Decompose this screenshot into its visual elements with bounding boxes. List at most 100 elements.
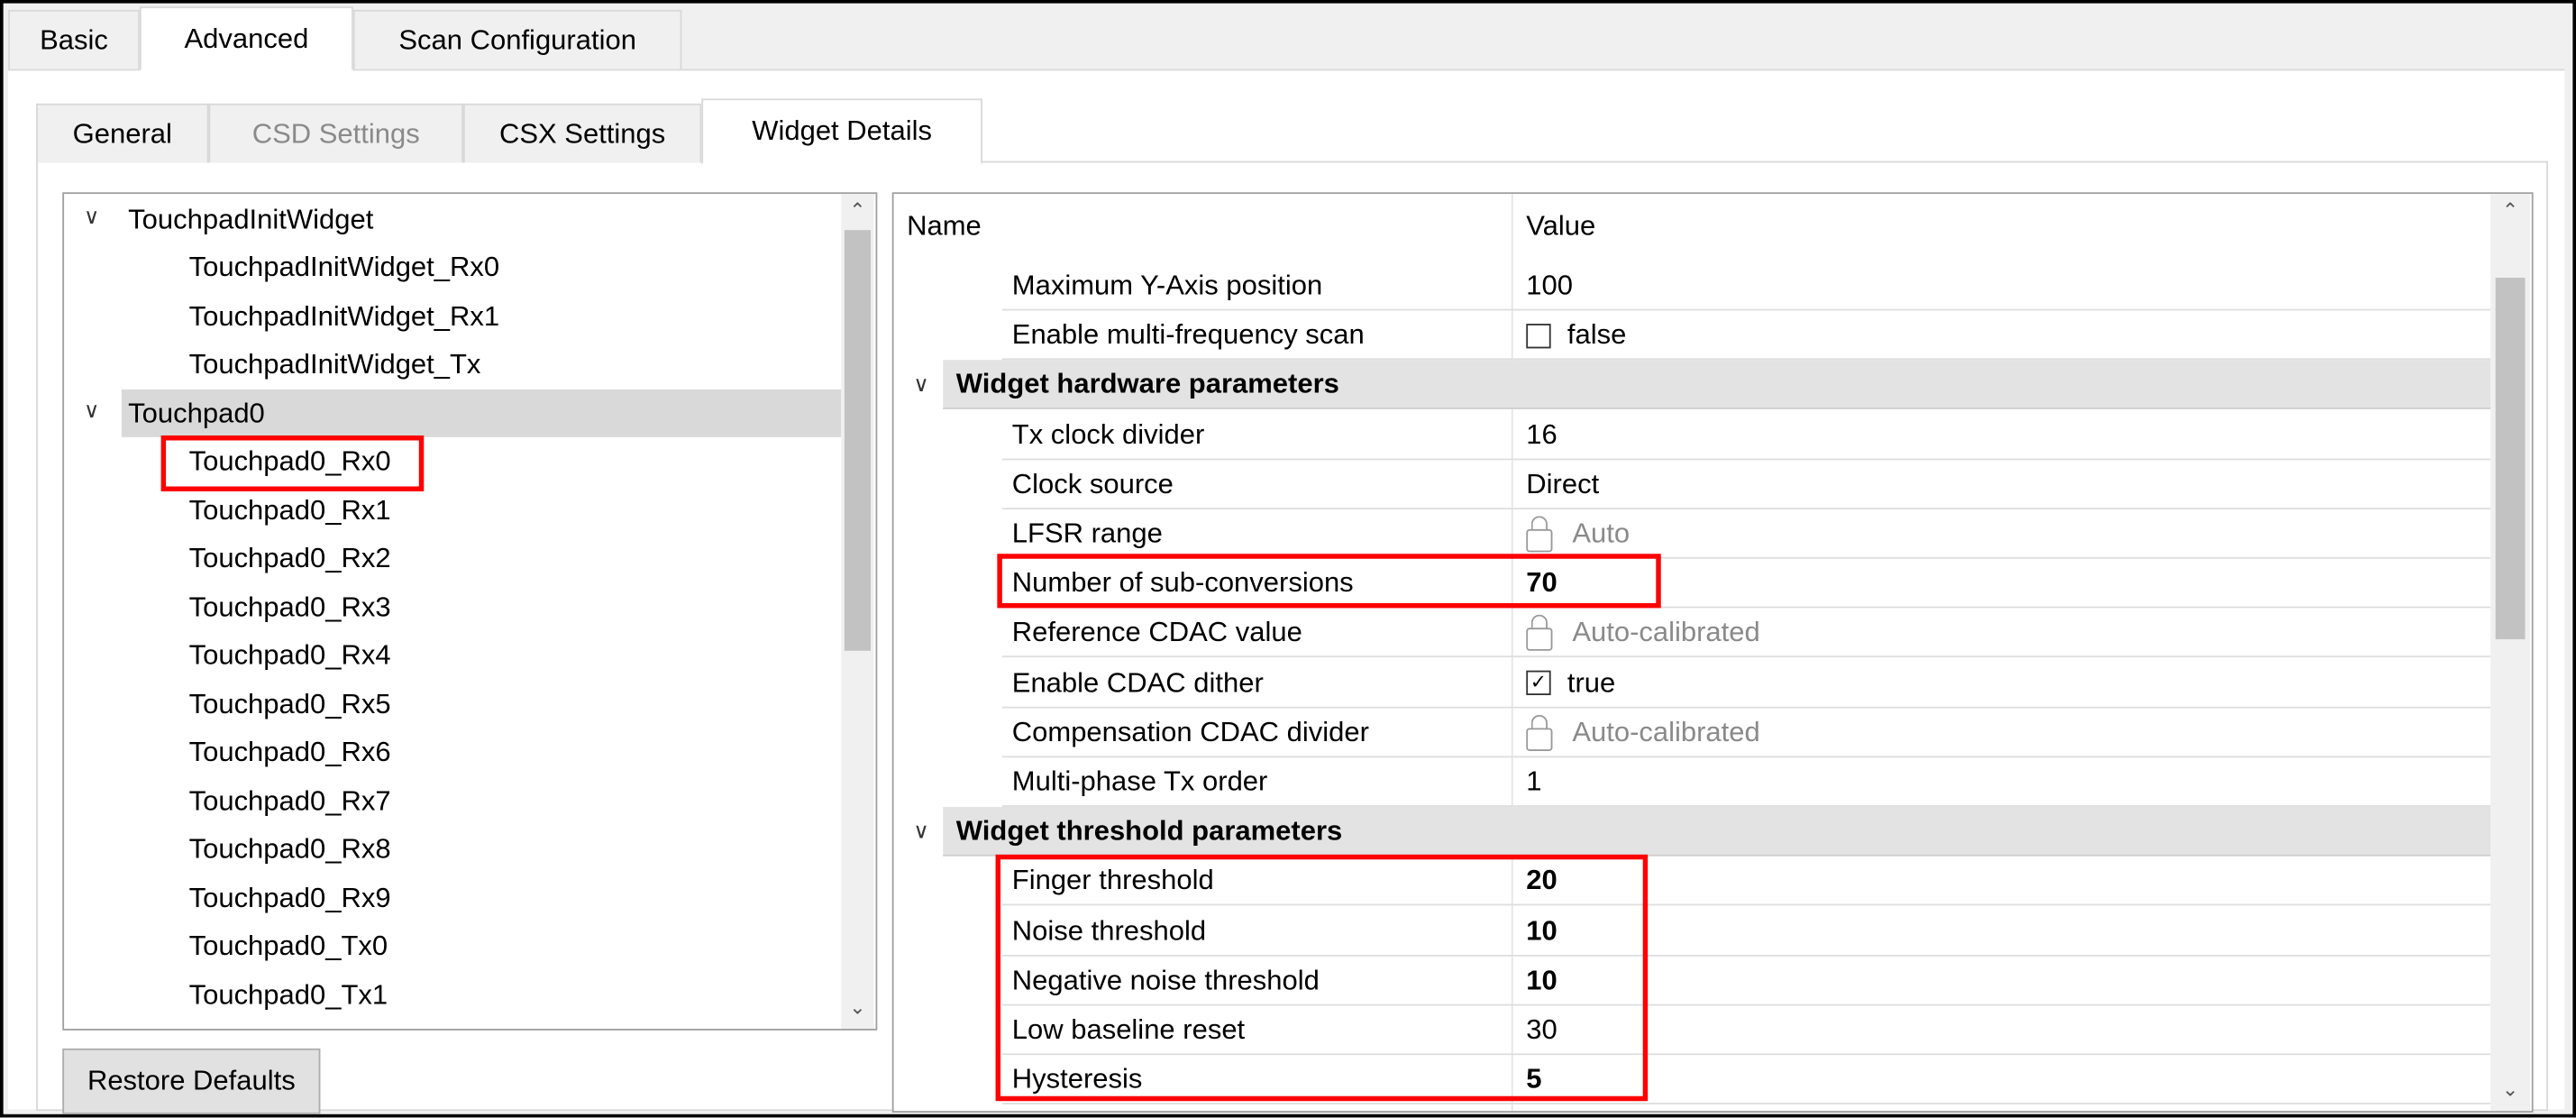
property-value-text: Auto-calibrated [1572, 617, 1760, 648]
property-name-text: Tx clock divider [1011, 418, 1205, 450]
property-row[interactable]: Compensation CDAC divider Auto-calibrated [894, 708, 2491, 757]
highlight-box-sub-conversions [997, 554, 1661, 609]
property-row[interactable]: Multi-phase Tx order 1 [894, 757, 2491, 807]
tree-scrollbar[interactable]: ⌃ ⌄ [841, 194, 874, 1030]
property-name: Enable CDAC dither [1012, 658, 1264, 708]
row-separator [1001, 655, 2491, 658]
tree-item-label: Touchpad0_Rx4 [188, 639, 391, 671]
property-name: Enable multi-frequency scan [1012, 311, 1365, 361]
scroll-up-arrow-icon[interactable]: ⌃ [2490, 199, 2530, 223]
row-separator [1001, 507, 2491, 509]
tree-item[interactable]: Touchpad0_Rx7 [182, 777, 391, 825]
property-value-text: Auto [1572, 518, 1631, 549]
tree-item[interactable]: Touchpad0_Rx8 [182, 826, 391, 874]
tab-scan-configuration[interactable]: Scan Configuration [352, 9, 682, 69]
property-value: Auto-calibrated [1526, 708, 1760, 757]
tree-item[interactable]: Touchpad0_Rx6 [182, 729, 391, 776]
scroll-up-arrow-icon[interactable]: ⌃ [841, 199, 873, 223]
tree-item-label: Touchpad0_Tx0 [188, 930, 388, 962]
row-separator [943, 408, 2491, 410]
expand-chevron-icon[interactable]: ∨ [84, 398, 99, 424]
tree-item-label: TouchpadInitWidget_Rx1 [188, 299, 500, 332]
group-row[interactable]: ∨ Widget hardware parameters [894, 360, 2491, 410]
tree-item[interactable]: Touchpad0_Rx4 [182, 632, 391, 680]
tree-item[interactable]: TouchpadInitWidget_Tx [182, 341, 481, 389]
property-value-text: false [1567, 318, 1627, 351]
restore-defaults-button[interactable]: Restore Defaults [62, 1048, 321, 1114]
tree-item-label: Touchpad0_Tx1 [188, 978, 388, 1011]
property-row[interactable]: Reference CDAC value Auto-calibrated [894, 609, 2491, 658]
property-name-text: Enable CDAC dither [1011, 666, 1264, 698]
lock-icon [1526, 714, 1553, 751]
tree-item[interactable]: Touchpad0_Tx0 [182, 922, 388, 970]
tab-widget-details[interactable]: Widget Details [701, 98, 982, 165]
tree-item[interactable]: Touchpad0_Tx1 [182, 971, 388, 1019]
tab-advanced[interactable]: Advanced [139, 6, 353, 71]
property-value-text: Auto-calibrated [1572, 716, 1760, 747]
tree-item-label: Touchpad0_Rx5 [188, 687, 391, 719]
column-header-value: Value [1526, 210, 1596, 242]
tree-item[interactable]: Touchpad0_Rx9 [182, 875, 391, 922]
grid-scrollbar[interactable]: ⌃ ⌄ [2490, 194, 2530, 1112]
property-value[interactable]: Direct [1526, 460, 1599, 509]
property-name: Widget hardware parameters [956, 361, 1339, 410]
property-value[interactable]: ✓ true [1526, 658, 1615, 708]
tab-basic[interactable]: Basic [8, 9, 140, 69]
row-separator [1001, 358, 2491, 361]
tree-item[interactable]: Touchpad0_Rx3 [182, 583, 391, 631]
tree-item[interactable]: TouchpadInitWidget_Rx0 [182, 244, 500, 292]
property-name: Clock source [1012, 460, 1174, 509]
property-row[interactable]: LFSR range Auto [894, 509, 2491, 559]
tree-item-label: Touchpad0_Rx6 [188, 736, 391, 768]
property-value[interactable]: 100 [1526, 261, 1573, 311]
row-separator [1001, 756, 2491, 757]
collapse-chevron-icon[interactable]: ∨ [913, 819, 928, 845]
property-name-text: Reference CDAC value [1011, 617, 1302, 648]
widget-tree[interactable]: Touchpad0_Tx1 Touchpad0_Tx0 Touchpad0_Rx9 T… [62, 192, 878, 1031]
property-name-text: Clock source [1011, 468, 1174, 499]
group-row[interactable]: ∨ Widget threshold parameters [894, 807, 2491, 857]
tree-item[interactable]: TouchpadInitWidget_Rx1 [182, 292, 500, 340]
tree-item[interactable]: Touchpad0 [121, 389, 842, 437]
tree-item-label: Touchpad0_Rx2 [188, 542, 391, 574]
lock-icon [1526, 516, 1553, 553]
property-row[interactable]: Clock source Direct [894, 460, 2491, 509]
tree-item[interactable]: Touchpad0_Rx2 [182, 535, 391, 582]
property-row[interactable]: Maximum Y-Axis position 100 [894, 261, 2491, 311]
row-separator [1001, 1103, 2491, 1105]
highlight-box-touchpad0-rx0 [160, 435, 425, 491]
tab-general[interactable]: General [36, 103, 209, 163]
property-value-text: true [1567, 666, 1616, 698]
scroll-down-arrow-icon[interactable]: ⌄ [2490, 1078, 2530, 1102]
checkbox-unchecked-icon[interactable] [1526, 323, 1551, 348]
scroll-down-arrow-icon[interactable]: ⌄ [841, 996, 873, 1020]
property-value: Auto-calibrated [1526, 609, 1760, 658]
property-name-text: Multi-phase Tx order [1011, 765, 1268, 798]
property-value-text: 1 [1526, 765, 1542, 798]
property-row[interactable]: Tx clock divider 16 [894, 410, 2491, 460]
property-row[interactable]: Enable multi-frequency scan false [894, 311, 2491, 361]
property-value-text: Direct [1526, 468, 1600, 499]
tree-item-label: Touchpad0_Rx1 [188, 493, 391, 526]
tab-csd-settings: CSD Settings [208, 103, 464, 163]
property-value[interactable]: 1 [1526, 757, 1541, 807]
expand-chevron-icon[interactable]: ∨ [84, 204, 99, 230]
property-value: Auto [1526, 509, 1630, 559]
property-value[interactable]: 16 [1526, 410, 1557, 460]
property-name-text: Widget threshold parameters [955, 815, 1343, 848]
tree-item-label: Touchpad0_Rx8 [188, 833, 391, 865]
tree-item[interactable]: Touchpad0_Rx1 [182, 487, 391, 535]
collapse-chevron-icon[interactable]: ∨ [913, 372, 928, 399]
grid-scroll-thumb[interactable] [2495, 278, 2526, 640]
property-name-text: Compensation CDAC divider [1011, 716, 1369, 747]
property-value-text: 16 [1526, 418, 1557, 450]
tree-item[interactable]: Touchpad0_Rx5 [182, 681, 391, 729]
checkbox-checked-icon[interactable]: ✓ [1526, 670, 1551, 696]
tree-item[interactable]: TouchpadInitWidget [122, 196, 841, 243]
property-row[interactable]: Enable CDAC dither ✓ true [894, 658, 2491, 708]
lock-icon [1526, 615, 1553, 652]
tab-csx-settings[interactable]: CSX Settings [463, 103, 702, 163]
property-value[interactable]: false [1526, 311, 1626, 361]
tree-scroll-thumb[interactable] [844, 230, 872, 651]
property-value-text: 100 [1526, 269, 1574, 301]
